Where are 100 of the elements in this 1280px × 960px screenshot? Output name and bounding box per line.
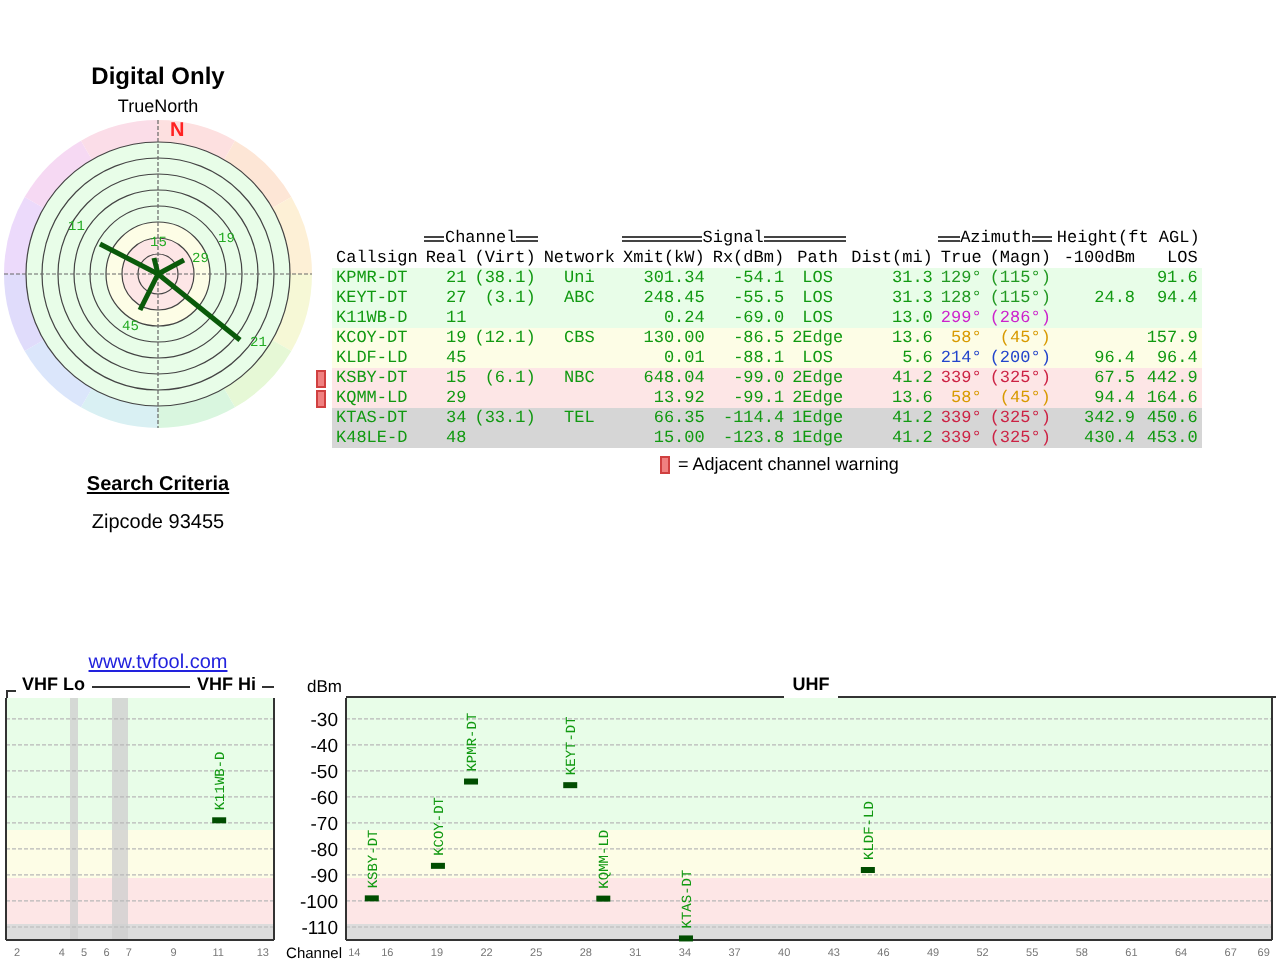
table-cell: 342.9 — [1054, 408, 1140, 428]
table-cell: KSBY-DT — [332, 368, 422, 388]
signal-marker — [679, 935, 693, 942]
signal-marker — [212, 817, 227, 824]
table-cell: 2Edge — [788, 328, 848, 348]
table-cell: -88.1 — [708, 348, 789, 368]
table-cell: 11 — [421, 308, 471, 328]
table-cell: 248.45 — [619, 288, 709, 308]
column-header: Callsign — [332, 248, 422, 268]
table-cell: -54.1 — [708, 268, 789, 288]
tick-label: -30 — [310, 709, 338, 732]
table-cell: LOS — [788, 348, 848, 368]
tick-label: -50 — [310, 761, 338, 784]
table-cell: 13.0 — [847, 308, 937, 328]
tick-label: -100 — [299, 891, 338, 914]
north-label: TrueNorth — [117, 96, 199, 118]
table-cell: 21 — [421, 268, 471, 288]
legend-text: = Adjacent channel warning — [678, 452, 899, 478]
table-cell: KCOY-DT — [332, 328, 422, 348]
table-cell: (45°) — [985, 388, 1055, 408]
table-cell: 13.6 — [847, 328, 937, 348]
table-cell: 1Edge — [788, 428, 848, 448]
warning-icon — [660, 456, 670, 475]
tick-label: -110 — [301, 918, 338, 940]
axis-title: dBm — [305, 673, 342, 699]
table-cell: 339° — [936, 408, 986, 428]
table-cell: 13.92 — [619, 388, 709, 408]
table-cell: K48LE-D — [332, 428, 422, 448]
column-header: Xmit(kW) — [619, 248, 709, 268]
table-cell: 15 — [421, 368, 471, 388]
table-cell: 128° — [936, 288, 986, 308]
column-header: Path — [788, 248, 848, 268]
table-cell: K11WB-D — [332, 308, 422, 328]
section-heading: Search Criteria — [86, 472, 230, 500]
table-cell: 19 — [421, 328, 471, 348]
north-marker: N — [170, 120, 185, 142]
table-cell: (3.1) — [470, 288, 540, 308]
page-title: Digital Only — [91, 62, 225, 90]
table-cell: 96.4 — [1054, 348, 1140, 368]
table-cell: 157.9 — [1139, 328, 1202, 348]
table-cell: 45 — [421, 348, 471, 368]
table-cell: 27 — [421, 288, 471, 308]
signal-marker — [430, 862, 445, 869]
table-cell: (286°) — [985, 308, 1055, 328]
tick-label: -90 — [310, 865, 338, 888]
table-cell: LOS — [788, 268, 848, 288]
table-cell: -114.4 — [708, 408, 789, 428]
table-cell: 2Edge — [788, 368, 848, 388]
table-cell: 339° — [936, 428, 986, 448]
table-cell: (33.1) — [470, 408, 540, 428]
table-cell: 301.34 — [619, 268, 709, 288]
tick-label: -40 — [310, 735, 338, 758]
table-cell: 41.2 — [847, 428, 937, 448]
table-cell: (200°) — [985, 348, 1055, 368]
table-cell: 67.5 — [1054, 368, 1140, 388]
table-cell: 214° — [936, 348, 986, 368]
column-group-label: Azimuth — [938, 228, 1053, 248]
table-cell: -69.0 — [708, 308, 789, 328]
column-group-label: Signal — [621, 228, 846, 248]
table-cell: CBS — [539, 328, 620, 348]
table-cell: 94.4 — [1054, 388, 1140, 408]
table-cell: 299° — [936, 308, 986, 328]
tick-label: -60 — [310, 787, 338, 810]
website-link[interactable]: www.tvfool.com — [88, 648, 228, 678]
table-cell: KQMM-LD — [332, 388, 422, 408]
table-cell: 91.6 — [1139, 268, 1202, 288]
signal-marker — [364, 895, 379, 902]
column-group-label: Channel — [423, 228, 538, 248]
table-cell: 31.3 — [847, 288, 937, 308]
column-header: Real — [423, 248, 469, 268]
table-cell: 15.00 — [619, 428, 709, 448]
table-cell: -99.1 — [708, 388, 789, 408]
column-header: Rx(dBm) — [710, 248, 787, 268]
table-cell: KPMR-DT — [332, 268, 422, 288]
table-cell: 430.4 — [1054, 428, 1140, 448]
table-cell: (45°) — [985, 328, 1055, 348]
table-cell: 339° — [936, 368, 986, 388]
table-cell: -99.0 — [708, 368, 789, 388]
table-cell: -55.5 — [708, 288, 789, 308]
table-cell: 5.6 — [847, 348, 937, 368]
table-cell: (38.1) — [470, 268, 540, 288]
table-cell: 58° — [936, 388, 986, 408]
table-cell: 13.6 — [847, 388, 937, 408]
table-cell: (12.1) — [470, 328, 540, 348]
column-group-label: Height(ft AGL) — [1056, 228, 1200, 248]
table-cell: 48 — [421, 428, 471, 448]
signal-marker — [563, 782, 578, 789]
table-cell: -123.8 — [708, 428, 789, 448]
tick-label: -80 — [310, 839, 338, 862]
table-cell: NBC — [539, 368, 620, 388]
table-cell: -86.5 — [708, 328, 789, 348]
table-cell: 24.8 — [1054, 288, 1140, 308]
table-cell: 1Edge — [788, 408, 848, 428]
table-cell: 58° — [936, 328, 986, 348]
column-header: (Magn) — [985, 248, 1055, 268]
table-cell: 41.2 — [847, 408, 937, 428]
table-cell: 29 — [421, 388, 471, 408]
column-header: True — [936, 248, 986, 268]
column-header: (Virt) — [470, 248, 540, 268]
table-cell: 34 — [421, 408, 471, 428]
